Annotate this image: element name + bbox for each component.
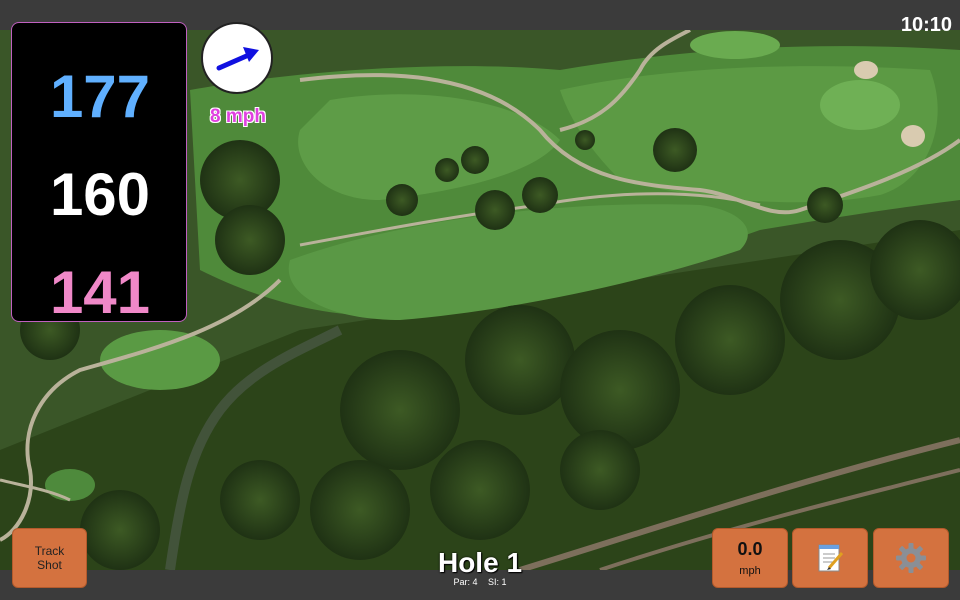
gear-icon [896,543,926,573]
settings-button[interactable] [873,528,949,588]
distance-back: 177 [49,63,151,130]
notes-button[interactable] [792,528,868,588]
distance-middle: 160 [49,161,151,228]
wind-speed-label: 8 mph [210,106,266,127]
notepad-icon [818,544,844,572]
hole-info: Par: 4 SI: 1 [380,577,580,587]
si-label: SI: 1 [488,577,507,587]
distance-front: 141 [49,259,151,326]
speed-unit: mph [739,565,761,577]
clock: 10:10 [900,14,952,36]
speed-button[interactable]: 0.0 mph [712,528,788,588]
wind-indicator [201,22,273,94]
track-shot-label-line2: Shot [37,558,62,572]
par-label: Par: 4 [453,577,478,587]
wind-arrow-icon [216,47,259,71]
track-shot-button[interactable]: Track Shot [12,528,87,588]
track-shot-label-line1: Track [34,544,65,558]
hole-title: Hole 1 [437,547,523,578]
distance-panel: 177 160 141 [11,22,187,326]
speed-value: 0.0 [737,539,763,559]
